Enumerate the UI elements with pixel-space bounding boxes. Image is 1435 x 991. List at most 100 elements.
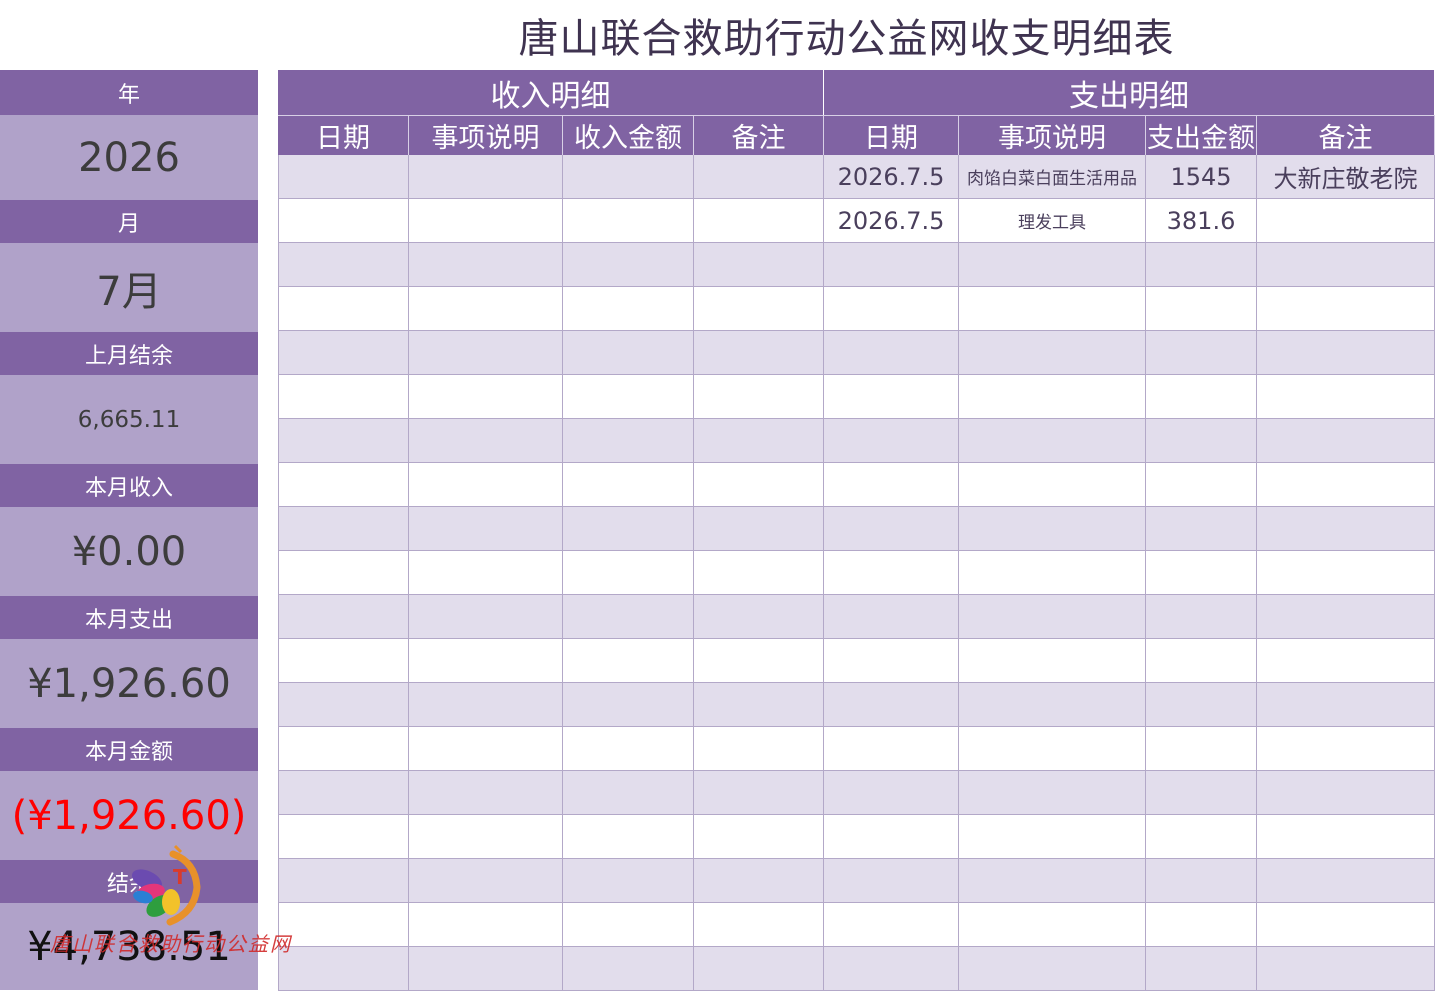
expense-note-cell[interactable] [1257,331,1435,375]
expense-amount-cell[interactable] [1146,815,1257,859]
income-amount-cell[interactable] [563,947,694,991]
expense-date-cell[interactable] [824,287,959,331]
expense-amount-cell[interactable] [1146,639,1257,683]
expense-desc-cell[interactable] [959,947,1146,991]
expense-desc-cell[interactable]: 肉馅白菜白面生活用品 [959,155,1146,199]
expense-note-cell[interactable]: 大新庄敬老院 [1257,155,1435,199]
expense-date-cell[interactable] [824,375,959,419]
expense-date-cell[interactable] [824,947,959,991]
expense-desc-cell[interactable] [959,771,1146,815]
income-date-cell[interactable] [278,375,409,419]
expense-note-cell[interactable] [1257,287,1435,331]
income-note-cell[interactable] [694,771,824,815]
income-note-cell[interactable] [694,683,824,727]
expense-amount-cell[interactable] [1146,243,1257,287]
expense-desc-cell[interactable] [959,419,1146,463]
income-date-cell[interactable] [278,903,409,947]
month-value[interactable]: 7月 [0,243,258,332]
income-date-cell[interactable] [278,947,409,991]
income-desc-cell[interactable] [409,771,563,815]
expense-date-cell[interactable] [824,551,959,595]
income-note-cell[interactable] [694,243,824,287]
expense-note-cell[interactable] [1257,551,1435,595]
income-amount-cell[interactable] [563,903,694,947]
expense-desc-cell[interactable] [959,243,1146,287]
expense-desc-cell[interactable] [959,375,1146,419]
income-note-cell[interactable] [694,199,824,243]
income-desc-cell[interactable] [409,551,563,595]
income-note-cell[interactable] [694,859,824,903]
expense-amount-cell[interactable] [1146,859,1257,903]
expense-date-cell[interactable] [824,331,959,375]
income-desc-cell[interactable] [409,859,563,903]
prev-balance-value[interactable]: 6,665.11 [0,375,258,464]
expense-desc-cell[interactable] [959,287,1146,331]
income-date-cell[interactable] [278,507,409,551]
expense-note-cell[interactable] [1257,199,1435,243]
expense-note-cell[interactable] [1257,375,1435,419]
income-date-cell[interactable] [278,595,409,639]
expense-date-cell[interactable] [824,683,959,727]
expense-desc-cell[interactable]: 理发工具 [959,199,1146,243]
income-date-cell[interactable] [278,287,409,331]
expense-date-cell[interactable]: 2026.7.5 [824,199,959,243]
expense-amount-cell[interactable] [1146,331,1257,375]
expense-amount-cell[interactable] [1146,419,1257,463]
income-date-cell[interactable] [278,771,409,815]
income-date-cell[interactable] [278,815,409,859]
expense-amount-cell[interactable] [1146,903,1257,947]
expense-amount-cell[interactable] [1146,287,1257,331]
income-desc-cell[interactable] [409,595,563,639]
expense-amount-cell[interactable]: 381.6 [1146,199,1257,243]
income-note-cell[interactable] [694,815,824,859]
income-note-cell[interactable] [694,551,824,595]
income-amount-cell[interactable] [563,155,694,199]
income-desc-cell[interactable] [409,199,563,243]
expense-amount-cell[interactable] [1146,727,1257,771]
income-note-cell[interactable] [694,331,824,375]
expense-note-cell[interactable] [1257,639,1435,683]
income-note-cell[interactable] [694,375,824,419]
income-desc-cell[interactable] [409,815,563,859]
expense-amount-cell[interactable] [1146,947,1257,991]
income-date-cell[interactable] [278,243,409,287]
expense-date-cell[interactable] [824,815,959,859]
expense-amount-cell[interactable] [1146,595,1257,639]
income-desc-cell[interactable] [409,639,563,683]
income-amount-cell[interactable] [563,331,694,375]
expense-desc-cell[interactable] [959,463,1146,507]
expense-date-cell[interactable] [824,903,959,947]
expense-note-cell[interactable] [1257,507,1435,551]
income-desc-cell[interactable] [409,947,563,991]
income-desc-cell[interactable] [409,463,563,507]
expense-value[interactable]: ¥1,926.60 [0,639,258,728]
income-amount-cell[interactable] [563,771,694,815]
income-amount-cell[interactable] [563,551,694,595]
expense-note-cell[interactable] [1257,771,1435,815]
income-amount-cell[interactable] [563,727,694,771]
income-desc-cell[interactable] [409,683,563,727]
expense-date-cell[interactable] [824,639,959,683]
expense-amount-cell[interactable]: 1545 [1146,155,1257,199]
expense-note-cell[interactable] [1257,859,1435,903]
expense-note-cell[interactable] [1257,595,1435,639]
income-note-cell[interactable] [694,287,824,331]
expense-desc-cell[interactable] [959,727,1146,771]
income-date-cell[interactable] [278,331,409,375]
expense-note-cell[interactable] [1257,463,1435,507]
income-amount-cell[interactable] [563,287,694,331]
expense-note-cell[interactable] [1257,683,1435,727]
income-amount-cell[interactable] [563,375,694,419]
income-amount-cell[interactable] [563,419,694,463]
income-desc-cell[interactable] [409,507,563,551]
expense-date-cell[interactable] [824,771,959,815]
expense-desc-cell[interactable] [959,331,1146,375]
income-amount-cell[interactable] [563,199,694,243]
income-date-cell[interactable] [278,463,409,507]
expense-desc-cell[interactable] [959,859,1146,903]
income-amount-cell[interactable] [563,639,694,683]
income-note-cell[interactable] [694,507,824,551]
expense-desc-cell[interactable] [959,595,1146,639]
expense-date-cell[interactable] [824,727,959,771]
expense-desc-cell[interactable] [959,507,1146,551]
